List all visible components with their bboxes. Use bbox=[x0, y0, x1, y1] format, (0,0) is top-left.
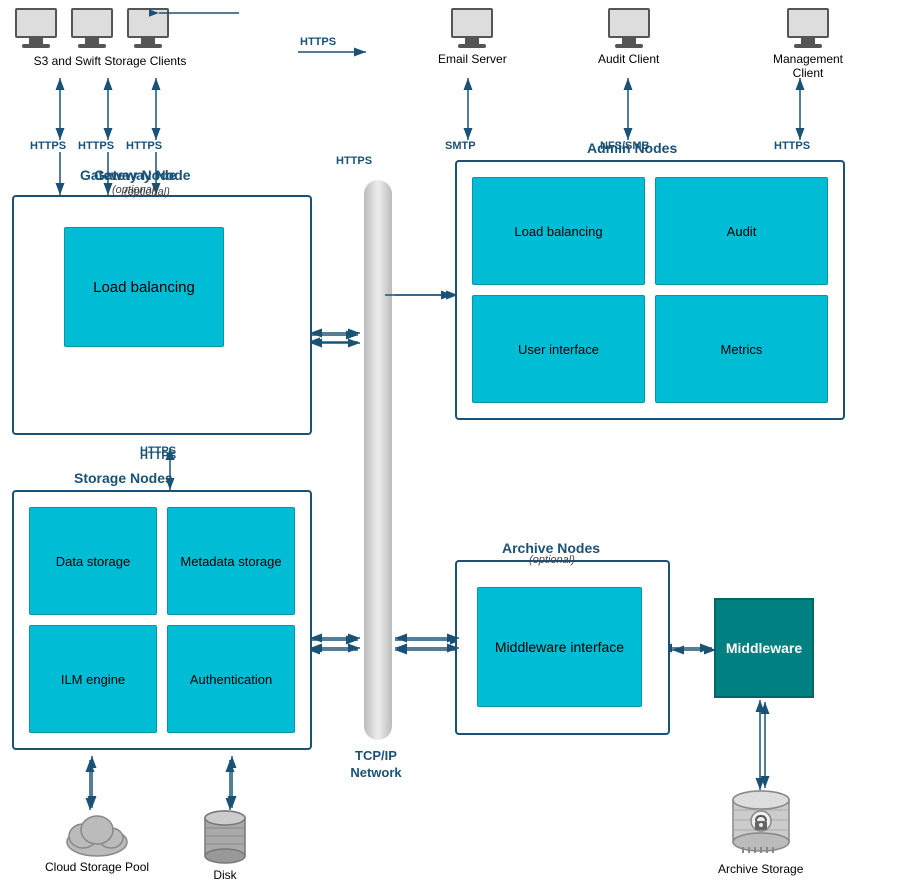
client-arrow bbox=[149, 0, 249, 28]
s3-clients-group: S3 and Swift Storage Clients bbox=[15, 8, 205, 68]
pipe-to-admin-arrow bbox=[385, 280, 465, 310]
admin-ui-service: User interface bbox=[472, 295, 645, 403]
management-client-group: Management Client bbox=[768, 8, 848, 80]
archive-storage-icon bbox=[725, 790, 797, 860]
https-right-arrow-label: HTTPS bbox=[300, 36, 336, 48]
tcp-pipe bbox=[364, 180, 392, 740]
https-pipe-label: HTTPS bbox=[336, 155, 372, 167]
cloud-storage-label: Cloud Storage Pool bbox=[45, 860, 149, 874]
https-label-3: HTTPS bbox=[126, 140, 162, 152]
gateway-lb-service: Load balancing bbox=[64, 227, 224, 347]
cloud-storage-group: Cloud Storage Pool bbox=[45, 810, 149, 874]
archive-nodes-box: Archive Nodes (optional) Middleware inte… bbox=[455, 560, 670, 735]
management-client-label: Management Client bbox=[768, 52, 848, 80]
middleware-to-archive-storage-arrow bbox=[755, 700, 775, 795]
middleware-box: Middleware bbox=[714, 598, 814, 698]
archive-storage-label: Archive Storage bbox=[718, 862, 803, 876]
email-server-group: Email Server bbox=[438, 8, 507, 66]
archive-storage-group: Archive Storage bbox=[718, 790, 803, 876]
monitor-3 bbox=[127, 8, 169, 48]
https-label-1: HTTPS bbox=[30, 140, 66, 152]
pipe-to-archive-arrow bbox=[393, 630, 465, 655]
admin-metrics-service: Metrics bbox=[655, 295, 828, 403]
storage-to-pipe-arrow bbox=[308, 630, 368, 655]
https-mgmt-label: HTTPS bbox=[774, 140, 810, 152]
monitor-2 bbox=[71, 8, 113, 48]
disk-arrow bbox=[222, 754, 242, 814]
smtp-label: SMTP bbox=[445, 140, 476, 152]
storage-auth-service: Authentication bbox=[167, 625, 295, 733]
archive-to-middleware-arrow bbox=[670, 638, 722, 663]
storage-nodes-title: Storage Nodes bbox=[74, 470, 173, 486]
audit-client-label: Audit Client bbox=[598, 52, 659, 66]
storage-nodes-box: Storage Nodes Data storage Metadata stor… bbox=[12, 490, 312, 750]
storage-services-grid: Data storage Metadata storage ILM engine… bbox=[14, 492, 310, 748]
storage-metadata-service: Metadata storage bbox=[167, 507, 295, 615]
disk-group: Disk bbox=[200, 810, 250, 882]
https-label-2: HTTPS bbox=[78, 140, 114, 152]
cloud-icon bbox=[61, 810, 133, 858]
archive-middleware-service: Middleware interface bbox=[477, 587, 642, 707]
admin-nodes-box: Admin Nodes Load balancing Audit User in… bbox=[455, 160, 845, 420]
client-monitors bbox=[15, 8, 205, 48]
storage-data-service: Data storage bbox=[29, 507, 157, 615]
s3-clients-label: S3 and Swift Storage Clients bbox=[15, 54, 205, 68]
admin-audit-service: Audit bbox=[655, 177, 828, 285]
architecture-diagram: S3 and Swift Storage Clients HTTPS HTTPS… bbox=[0, 0, 898, 894]
tcp-ip-label: TCP/IPNetwork bbox=[348, 748, 404, 782]
gw-to-pipe-arrow bbox=[308, 325, 368, 350]
gateway-title: Gateway Node bbox=[80, 167, 176, 183]
gateway-subtitle: (optional) bbox=[112, 184, 158, 196]
archive-nodes-subtitle: (optional) bbox=[529, 554, 575, 566]
gateway-node-box: Gateway Node (optional) Load balancing bbox=[12, 195, 312, 435]
monitor-1 bbox=[15, 8, 57, 48]
gateway-https-down-label: HTTPS bbox=[140, 450, 176, 462]
admin-lb-service: Load balancing bbox=[472, 177, 645, 285]
cloud-arrow bbox=[82, 754, 102, 814]
disk-icon bbox=[200, 810, 250, 866]
email-server-label: Email Server bbox=[438, 52, 507, 66]
audit-client-group: Audit Client bbox=[598, 8, 659, 66]
admin-nodes-title: Admin Nodes bbox=[587, 140, 677, 156]
admin-services-grid: Load balancing Audit User interface Metr… bbox=[457, 162, 843, 418]
storage-ilm-service: ILM engine bbox=[29, 625, 157, 733]
disk-label: Disk bbox=[213, 868, 236, 882]
